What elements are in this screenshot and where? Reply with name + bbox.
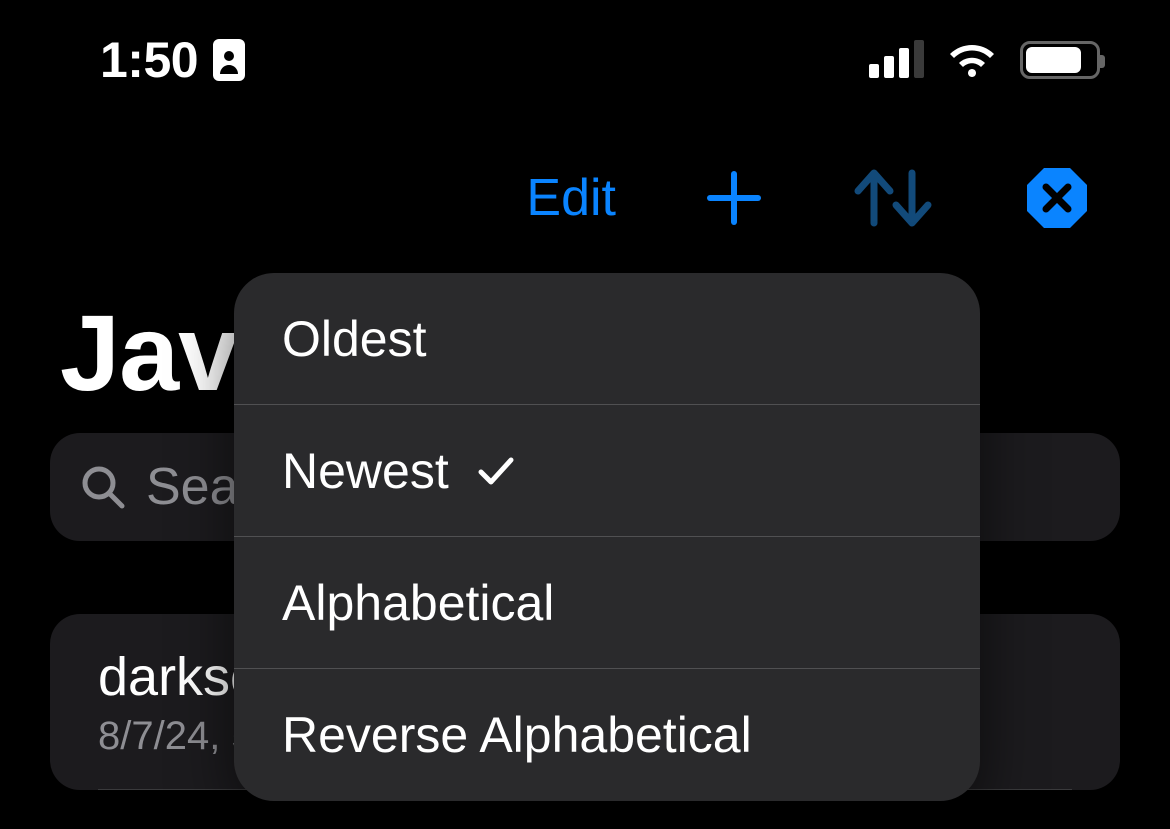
sort-button[interactable] bbox=[852, 167, 934, 229]
add-button[interactable] bbox=[706, 170, 762, 226]
edit-button[interactable]: Edit bbox=[526, 168, 616, 228]
id-card-icon bbox=[212, 38, 246, 82]
sort-option-label: Oldest bbox=[282, 310, 427, 368]
sort-option-label: Newest bbox=[282, 442, 449, 500]
sort-option-newest[interactable]: Newest bbox=[234, 405, 980, 537]
status-time: 1:50 bbox=[100, 31, 198, 89]
status-bar: 1:50 bbox=[0, 0, 1170, 120]
sort-menu: Oldest Newest Alphabetical Reverse Alpha… bbox=[234, 273, 980, 801]
close-button[interactable] bbox=[1024, 165, 1090, 231]
sort-option-oldest[interactable]: Oldest bbox=[234, 273, 980, 405]
battery-level bbox=[1026, 47, 1081, 73]
check-icon bbox=[477, 452, 515, 490]
wifi-icon bbox=[946, 41, 998, 79]
status-left: 1:50 bbox=[100, 31, 246, 89]
sort-option-label: Alphabetical bbox=[282, 574, 554, 632]
status-right bbox=[869, 41, 1100, 79]
sort-option-alphabetical[interactable]: Alphabetical bbox=[234, 537, 980, 669]
cellular-signal-icon bbox=[869, 42, 924, 78]
sort-option-reverse-alphabetical[interactable]: Reverse Alphabetical bbox=[234, 669, 980, 801]
search-icon bbox=[80, 464, 126, 510]
sort-option-label: Reverse Alphabetical bbox=[282, 706, 752, 764]
battery-icon bbox=[1020, 41, 1100, 79]
toolbar: Edit bbox=[526, 165, 1090, 231]
search-placeholder: Sea bbox=[146, 457, 239, 517]
